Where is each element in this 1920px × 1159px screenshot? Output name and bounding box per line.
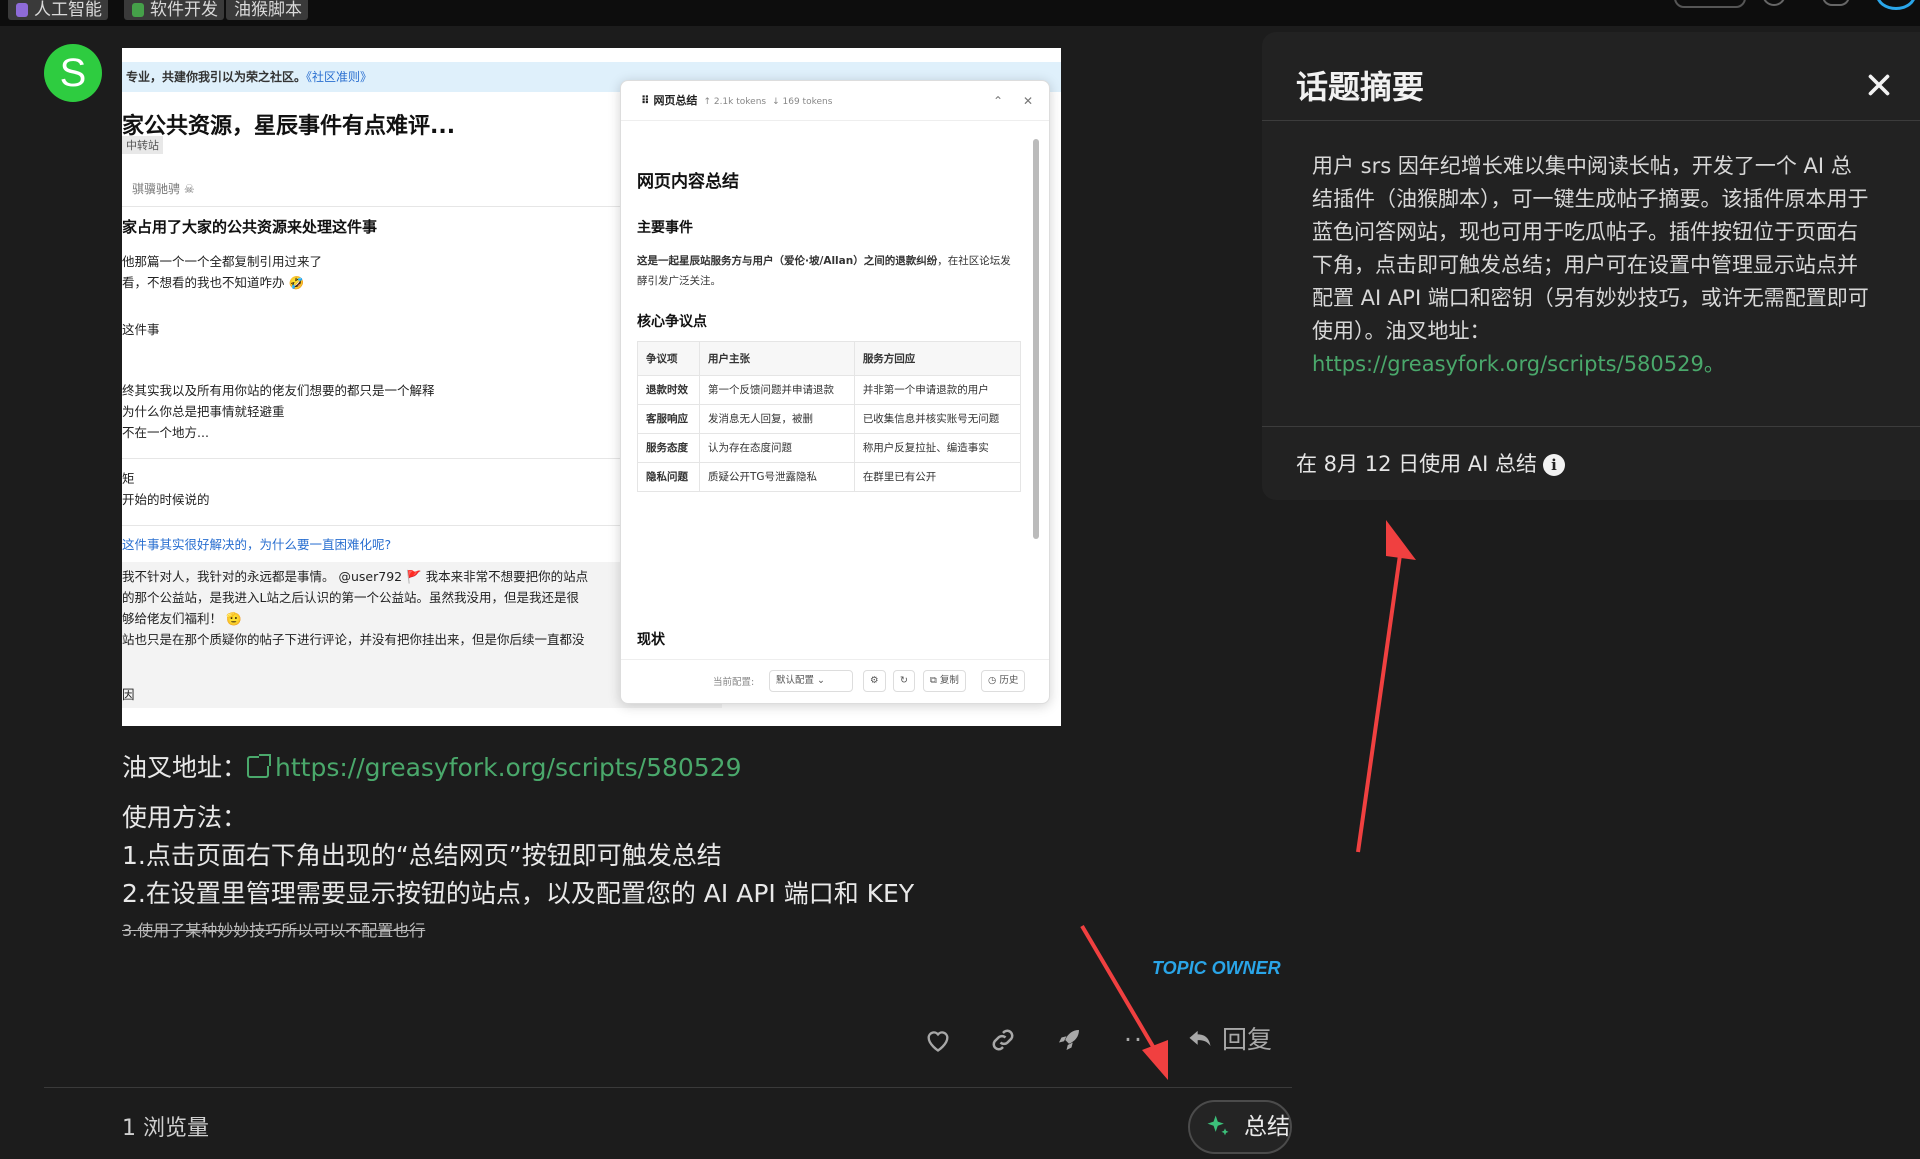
annotation-arrows <box>1080 520 1416 1080</box>
arrow-to-summarize-button <box>1080 924 1168 1080</box>
arrow-to-summary <box>1356 520 1416 853</box>
